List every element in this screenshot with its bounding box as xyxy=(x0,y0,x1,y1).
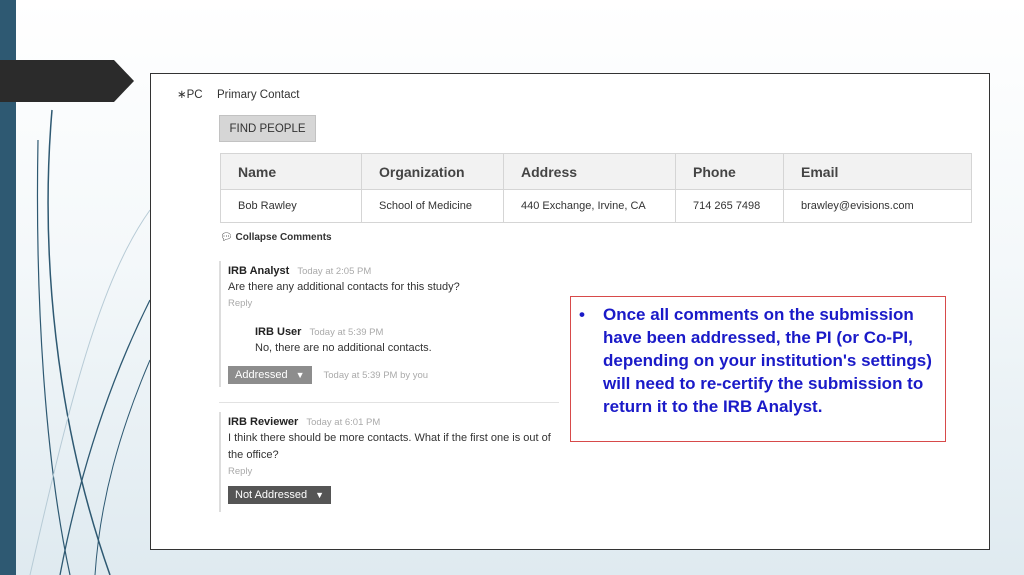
comment-response: IRB User Today at 5:39 PM No, there are n… xyxy=(255,322,558,357)
comment-author: IRB Analyst xyxy=(228,265,290,277)
addressed-status-label: Addressed xyxy=(235,369,288,381)
comment-author: IRB Reviewer xyxy=(228,416,299,428)
reply-link[interactable]: Reply xyxy=(228,298,558,309)
collapse-comments-label: Collapse Comments xyxy=(235,232,332,243)
comment-time: Today at 2:05 PM xyxy=(297,266,372,277)
cell-organization: School of Medicine xyxy=(361,189,504,223)
response-message: No, there are no additional contacts. xyxy=(255,342,432,354)
col-phone: Phone xyxy=(675,153,784,190)
primary-contact-field-label: ∗PC Primary Contact xyxy=(177,87,299,101)
not-addressed-status-label: Not Addressed xyxy=(235,489,308,501)
slide-arrow-tab xyxy=(0,60,134,102)
speech-bubble-icon: 💬︎ xyxy=(220,232,233,243)
col-organization: Organization xyxy=(361,153,504,190)
contacts-table: Name Organization Address Phone Email Bo… xyxy=(220,153,972,223)
col-email: Email xyxy=(783,153,972,190)
col-name: Name xyxy=(220,153,362,190)
not-addressed-status-dropdown[interactable]: Not Addressed ▼ xyxy=(228,486,332,504)
chevron-down-icon: ▼ xyxy=(295,370,305,380)
response-author: IRB User xyxy=(255,326,302,338)
primary-contact-label: Primary Contact xyxy=(217,89,300,101)
callout-text: Once all comments on the submission have… xyxy=(603,305,932,416)
cell-address: 440 Exchange, Irvine, CA xyxy=(503,189,676,223)
cell-name: Bob Rawley xyxy=(220,189,362,223)
col-address: Address xyxy=(503,153,676,190)
callout-box: • Once all comments on the submission ha… xyxy=(570,296,946,442)
comment-message: I think there should be more contacts. W… xyxy=(228,432,551,461)
table-header-row: Name Organization Address Phone Email xyxy=(220,153,972,190)
comment-thread-2: IRB Reviewer Today at 6:01 PM I think the… xyxy=(219,412,558,512)
comment-time: Today at 6:01 PM xyxy=(306,417,381,428)
reply-link[interactable]: Reply xyxy=(228,466,558,477)
pc-required-label: ∗PC xyxy=(177,89,203,101)
response-time: Today at 5:39 PM xyxy=(309,327,384,338)
table-row[interactable]: Bob Rawley School of Medicine 440 Exchan… xyxy=(220,189,972,223)
collapse-comments-link[interactable]: 💬︎ Collapse Comments xyxy=(220,232,332,243)
find-people-button[interactable]: FIND PEOPLE xyxy=(219,115,316,142)
comment-message: Are there any additional contacts for th… xyxy=(228,281,460,293)
thread-divider xyxy=(219,402,559,403)
comment-thread-1: IRB Analyst Today at 2:05 PM Are there an… xyxy=(219,261,558,387)
cell-email: brawley@evisions.com xyxy=(783,189,972,223)
addressed-status-dropdown[interactable]: Addressed ▼ xyxy=(228,366,312,384)
cell-phone: 714 265 7498 xyxy=(675,189,784,223)
status-time: Today at 5:39 PM by you xyxy=(323,370,429,381)
bullet-icon: • xyxy=(579,305,585,324)
chevron-down-icon: ▼ xyxy=(315,490,325,500)
